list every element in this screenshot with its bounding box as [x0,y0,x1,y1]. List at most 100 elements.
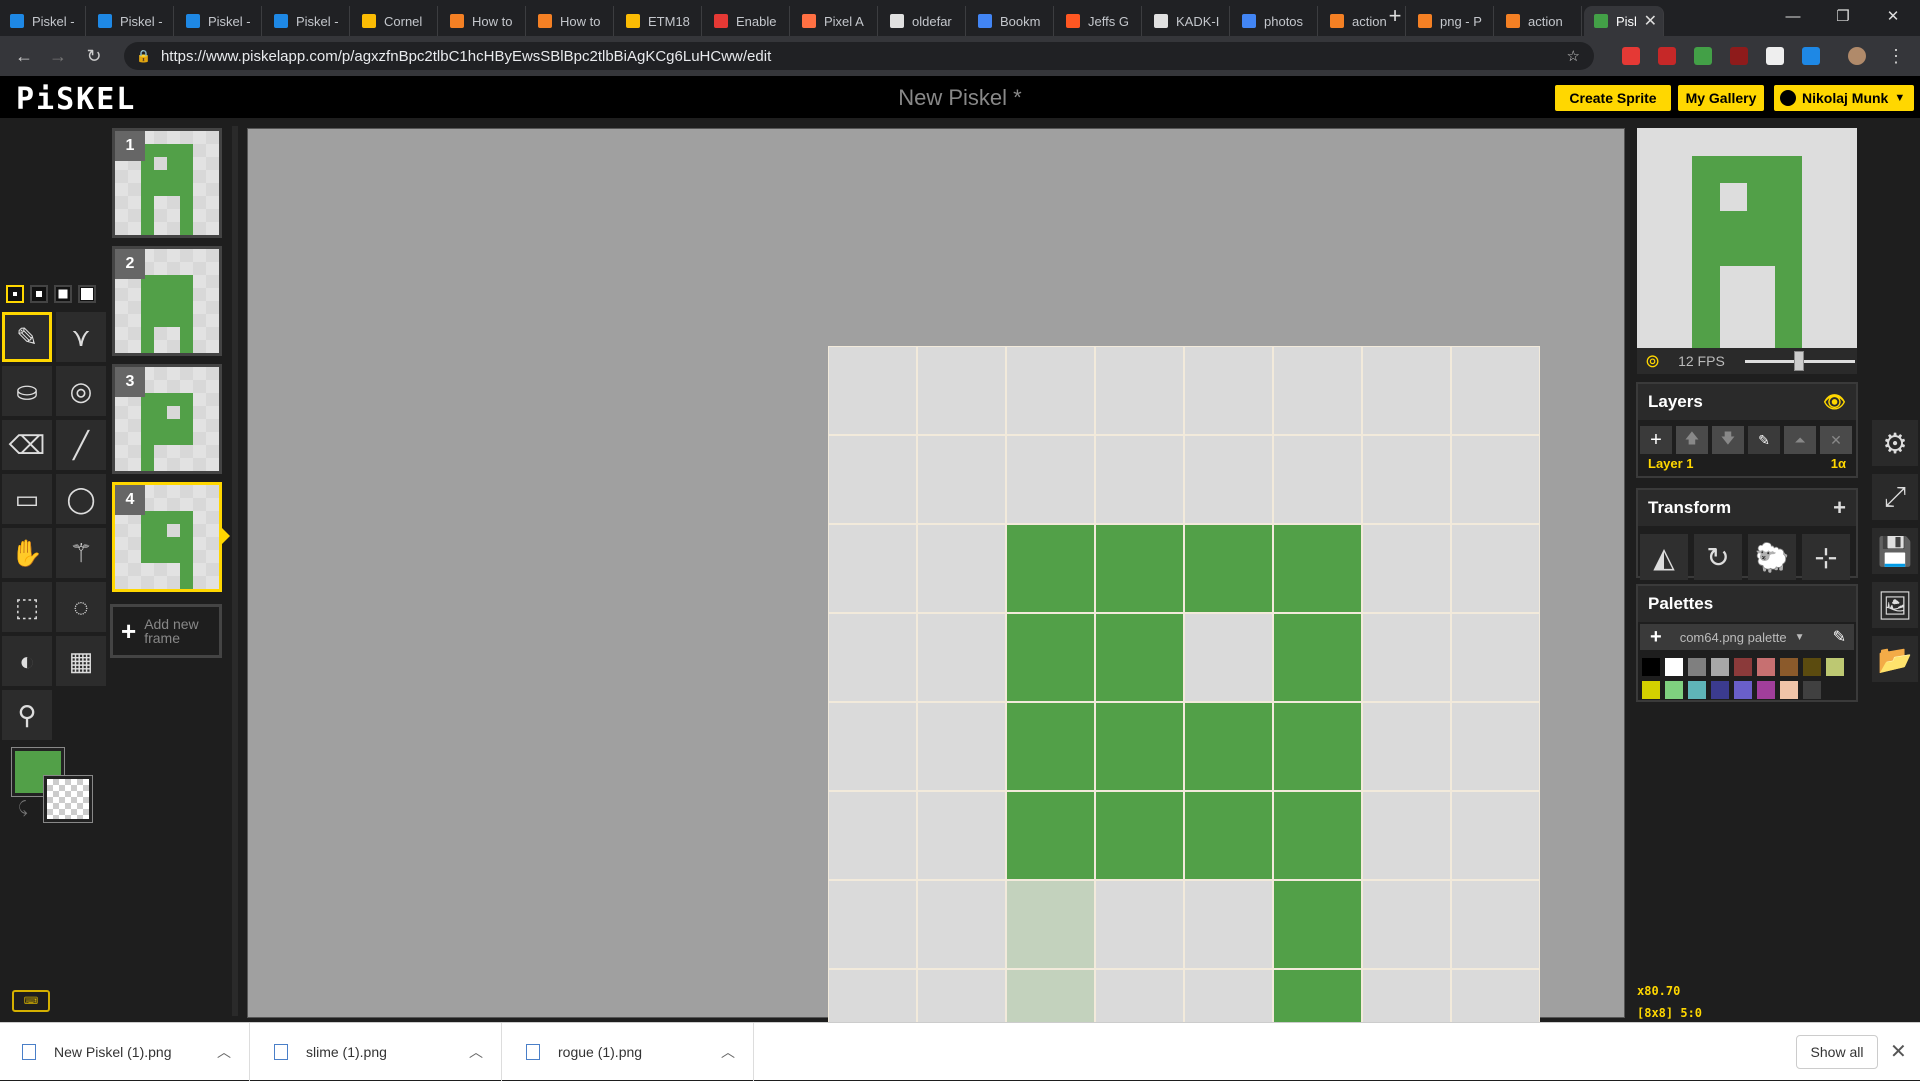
palette-swatch[interactable] [1688,681,1706,699]
palette-swatch[interactable] [1780,681,1798,699]
canvas-pixel[interactable] [1451,880,1540,969]
show-all-button[interactable]: Show all [1796,1035,1878,1069]
vertical-mirror-pen-icon[interactable]: ⋎ [56,312,106,362]
fps-slider[interactable] [1744,350,1855,371]
browser-tab[interactable]: Bookm [968,6,1054,36]
canvas-pixel[interactable] [1184,613,1273,702]
plus-icon[interactable]: + [1833,495,1846,521]
browser-tab[interactable]: photos [1232,6,1318,36]
edit-layer-icon[interactable]: ✎ [1748,426,1780,454]
browser-tab[interactable]: Piskel - [264,6,350,36]
browser-tab[interactable]: How to [528,6,614,36]
profile-avatar[interactable] [1848,47,1866,65]
forward-icon[interactable]: → [46,44,70,68]
user-menu-button[interactable]: Nikolaj Munk ▼ [1774,85,1914,111]
add-frame-button[interactable]: + Add new frame [110,604,222,658]
canvas-pixel[interactable] [1362,435,1451,524]
color-picker-icon[interactable]: ⚲ [2,690,52,740]
canvas-pixel[interactable] [1095,524,1184,613]
open-folder-icon[interactable]: 📂 [1872,636,1918,682]
add-layer-icon[interactable]: + [1640,426,1672,454]
star-icon[interactable]: ☆ [1567,47,1580,65]
download-item[interactable]: slime (1).png ︿ [252,1023,502,1081]
palette-swatch[interactable] [1780,658,1798,676]
paint-same-color-icon[interactable]: ◎ [56,366,106,416]
url-input[interactable]: 🔒 https://www.piskelapp.com/p/agxzfnBpc2… [124,42,1594,70]
minimize-button[interactable]: — [1770,0,1816,32]
browser-tab[interactable]: Cornel [352,6,438,36]
canvas-pixel[interactable] [828,524,917,613]
canvas-pixel[interactable] [828,880,917,969]
palette-swatch[interactable] [1826,658,1844,676]
swap-colors-icon[interactable]: ⤹ [18,800,28,818]
extension-lock-icon[interactable] [1766,47,1784,65]
chevron-down-icon[interactable]: ▼ [1795,632,1805,643]
canvas-pixel[interactable] [828,791,917,880]
restore-button[interactable]: ❐ [1820,0,1866,32]
settings-gear-icon[interactable]: ⚙ [1872,420,1918,466]
canvas-pixel[interactable] [1184,702,1273,791]
canvas-pixel[interactable] [1095,880,1184,969]
extension-cloud-icon[interactable] [1694,47,1712,65]
lighten-icon[interactable]: ◐ [2,636,52,686]
palette-swatch[interactable] [1688,658,1706,676]
edit-palette-icon[interactable]: ✎ [1833,627,1846,647]
palette-swatch[interactable] [1642,681,1660,699]
merge-layer-icon[interactable]: ⏶ [1784,426,1816,454]
browser-tab[interactable]: Jeffs G [1056,6,1142,36]
canvas-pixel[interactable] [1362,791,1451,880]
pen-size-4[interactable] [78,285,96,303]
move-hand-icon[interactable]: ✋ [2,528,52,578]
create-sprite-button[interactable]: Create Sprite [1555,85,1671,111]
eye-icon[interactable]: 👁 [1823,392,1846,413]
onion-skin-icon[interactable]: ⊚ [1645,351,1660,372]
extension-mail-icon[interactable] [1622,47,1640,65]
canvas-pixel[interactable] [1273,880,1362,969]
palette-swatch[interactable] [1711,681,1729,699]
frame-3[interactable]: 3 [112,364,222,474]
frame-2[interactable]: 2 [112,246,222,356]
extension-flag-icon[interactable] [1802,47,1820,65]
canvas-pixel[interactable] [917,702,1006,791]
canvas-pixel[interactable] [1006,880,1095,969]
rotate-icon[interactable]: ↻ [1694,534,1742,580]
canvas-pixel[interactable] [1006,346,1095,435]
palette-swatch[interactable] [1665,658,1683,676]
frame-4[interactable]: 4 [112,482,222,592]
back-icon[interactable]: ← [12,44,36,68]
paint-bucket-icon[interactable]: ⛀ [2,366,52,416]
browser-tab[interactable]: Piskel - [0,6,86,36]
canvas-pixel[interactable] [828,346,917,435]
browser-tab[interactable]: Pisl ✕ [1584,6,1664,36]
canvas-pixel[interactable] [828,702,917,791]
save-icon[interactable]: 💾 [1872,528,1918,574]
move-layer-up-icon[interactable]: 🡅 [1676,426,1708,454]
browser-tab[interactable]: png - P [1408,6,1494,36]
canvas-pixel[interactable] [1184,524,1273,613]
chevron-up-icon[interactable]: ︿ [721,1042,735,1062]
browser-tab[interactable]: How to [440,6,526,36]
canvas-pixel[interactable] [1006,613,1095,702]
chevron-up-icon[interactable]: ︿ [469,1042,483,1062]
new-tab-button[interactable]: + [1372,0,1418,32]
pen-size-2[interactable] [30,285,48,303]
rectangle-selection-icon[interactable]: ⬚ [2,582,52,632]
flip-icon[interactable]: ◭ [1640,534,1688,580]
layer-opacity[interactable]: 1α [1831,456,1846,471]
download-item[interactable]: New Piskel (1).png ︿ [0,1023,250,1081]
canvas-pixel[interactable] [1273,791,1362,880]
rectangle-icon[interactable]: ▭ [2,474,52,524]
palette-swatch[interactable] [1734,681,1752,699]
canvas-pixel[interactable] [917,613,1006,702]
canvas-pixel[interactable] [1184,791,1273,880]
layer-name[interactable]: Layer 1 [1648,456,1694,471]
browser-tab[interactable]: Enable [704,6,790,36]
palette-swatch[interactable] [1665,681,1683,699]
fps-slider-handle[interactable] [1794,350,1805,371]
canvas-pixel[interactable] [917,524,1006,613]
canvas-pixel[interactable] [1273,346,1362,435]
delete-layer-icon[interactable]: ✕ [1820,426,1852,454]
palette-swatch[interactable] [1803,681,1821,699]
lasso-selection-icon[interactable]: ◌ [56,582,106,632]
palette-select[interactable]: com64.png palette [1680,630,1787,645]
